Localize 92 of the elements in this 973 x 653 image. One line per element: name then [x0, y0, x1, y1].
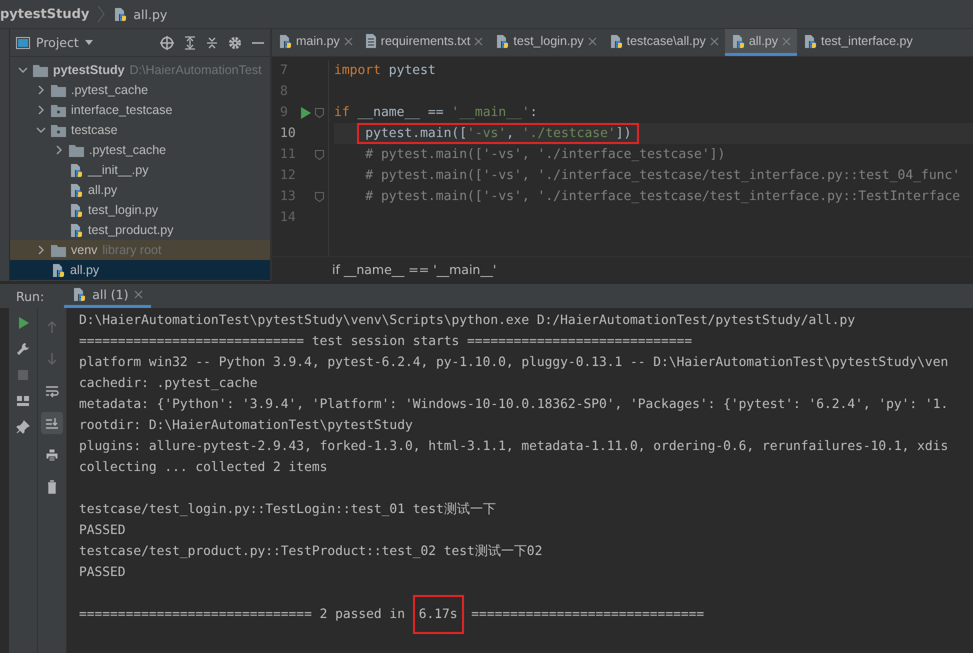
console-line: cachedir: .pytest_cache [79, 376, 258, 391]
run-label: Run: [16, 288, 44, 304]
python-file-icon [72, 287, 86, 302]
console-line: PASSED [79, 523, 126, 538]
tree-item[interactable]: all.py [10, 180, 270, 200]
console-line: collecting ... collected 2 items [79, 460, 328, 475]
python-file-icon [495, 34, 510, 48]
console-line: testcase/test_login.py::TestLogin::test_01 test测试一下 [79, 502, 496, 517]
chevron-right-icon[interactable] [36, 245, 46, 255]
close-icon[interactable] [474, 36, 484, 46]
editor-tab[interactable]: test_interface.py [797, 29, 919, 56]
breadcrumb-file[interactable]: all.py [133, 6, 168, 22]
settings-icon[interactable] [228, 36, 242, 50]
line-number: 7 [280, 63, 288, 78]
console-line: ============================= test session starts ============================= [79, 334, 692, 349]
tree-item[interactable]: test_login.py [10, 200, 270, 220]
folder-icon [51, 84, 66, 96]
breadcrumb-project[interactable]: pytestStudy [0, 6, 90, 22]
dropdown-caret-icon [84, 40, 93, 45]
code-line: # pytest.main(['-vs', './interface_testcase/test_interface.py::TestInterface [364, 189, 960, 204]
line-number: 11 [280, 147, 296, 162]
fold-marker-icon[interactable] [315, 108, 324, 118]
text-file-icon [364, 34, 377, 48]
editor-tab[interactable]: all.py [724, 29, 797, 56]
fold-marker-icon[interactable] [315, 150, 324, 160]
breadcrumb-separator-icon [95, 4, 108, 24]
python-file-icon [730, 34, 745, 48]
tree-item[interactable]: all.py [10, 260, 270, 280]
package-folder-icon [51, 124, 66, 136]
tree-item[interactable]: test_product.py [10, 220, 270, 240]
editor-tab[interactable]: requirements.txt [358, 29, 490, 56]
code-line: if __name__ == '__main__': [334, 105, 538, 120]
chevron-right-icon[interactable] [54, 145, 64, 155]
editor-tab[interactable]: main.py [272, 29, 359, 56]
tree-item[interactable]: testcase [10, 120, 270, 140]
console-line: testcase/test_product.py::TestProduct::test_02 test测试一下02 [79, 544, 542, 559]
python-file-icon [278, 34, 292, 48]
project-view-icon [16, 36, 30, 48]
code-line: # pytest.main(['-vs', './interface_testcase']) [364, 147, 726, 162]
wrench-icon[interactable] [16, 342, 30, 356]
python-file-icon [69, 162, 83, 178]
chevron-down-icon[interactable] [36, 125, 46, 135]
python-file-icon [803, 34, 817, 48]
locate-icon[interactable] [160, 36, 174, 50]
close-icon[interactable] [710, 36, 719, 46]
line-number: 12 [280, 168, 296, 183]
console-line: metadata: {'Python': '3.9.4', 'Platform': 'Windows-10-10.0.18362-SP0', 'Packages': {'pytest': '6.2.4', 'py': '1. [79, 397, 948, 412]
editor-tab[interactable]: test_login.py [489, 29, 603, 56]
console-line: plugins: allure-pytest-2.9.43, forked-1.3.0, html-3.1.1, metadata-1.11.0, ordering-0.6, rerunfailures-10.1, xdis [79, 439, 948, 454]
line-number: 14 [280, 210, 296, 225]
python-file-icon [113, 6, 128, 22]
line-number: 9 [280, 105, 288, 120]
python-file-icon [69, 182, 83, 198]
pin-icon[interactable] [16, 420, 30, 434]
python-file-icon [51, 262, 65, 278]
line-number: 8 [280, 84, 288, 99]
line-number: 13 [280, 189, 296, 204]
close-icon[interactable] [134, 290, 144, 299]
console-line: D:\HaierAutomationTest\pytestStudy\venv\Scripts\python.exe D:/HaierAutomationTest/pytestStudy/all.py [79, 313, 856, 328]
close-icon[interactable] [344, 36, 353, 46]
project-view-dropdown[interactable]: Project [16, 35, 93, 50]
layout-icon[interactable] [16, 394, 30, 408]
tree-item[interactable]: venv library root [10, 240, 270, 260]
python-file-icon [69, 222, 83, 238]
tree-item[interactable]: interface_testcase [10, 100, 270, 120]
console-line: PASSED [79, 565, 126, 580]
expand-all-icon[interactable] [184, 36, 196, 50]
scroll-to-end-icon[interactable] [41, 412, 63, 434]
tree-item[interactable]: .pytest_cache [10, 80, 270, 100]
console-line: platform win32 -- Python 3.9.4, pytest-6.2.4, py-1.10.0, pluggy-0.13.1 -- D:\HaierAutomationTest\pytestStudy\ven [79, 355, 948, 370]
tree-item[interactable]: __init__.py [10, 160, 270, 180]
python-file-icon [69, 202, 83, 218]
package-folder-icon [51, 104, 66, 116]
folder-icon [51, 244, 66, 256]
python-file-icon [608, 34, 623, 48]
run-gutter-icon[interactable] [301, 106, 311, 118]
close-icon[interactable] [588, 36, 597, 46]
chevron-down-icon[interactable] [18, 65, 28, 75]
line-number: 10 [280, 126, 296, 141]
folder-icon [69, 144, 84, 156]
collapse-all-icon[interactable] [206, 36, 218, 50]
code-line: # pytest.main(['-vs', './interface_testcase/test_interface.py::test_04_func' [364, 168, 960, 183]
run-tab[interactable]: all (1) [64, 284, 152, 308]
code-breadcrumb[interactable]: if __name__ == '__main__' [332, 262, 496, 276]
run-icon[interactable] [16, 316, 30, 330]
editor-tab[interactable]: testcase\all.py [602, 29, 725, 56]
fold-marker-icon[interactable] [315, 192, 324, 202]
console-line: rootdir: D:\HaierAutomationTest\pytestStudy [79, 418, 413, 433]
tree-item[interactable]: .pytest_cache [10, 140, 270, 160]
folder-icon [33, 64, 48, 76]
code-line: import pytest [334, 63, 436, 78]
console-line: ============================== 2 passed in 6.17s ============================== [79, 595, 704, 634]
